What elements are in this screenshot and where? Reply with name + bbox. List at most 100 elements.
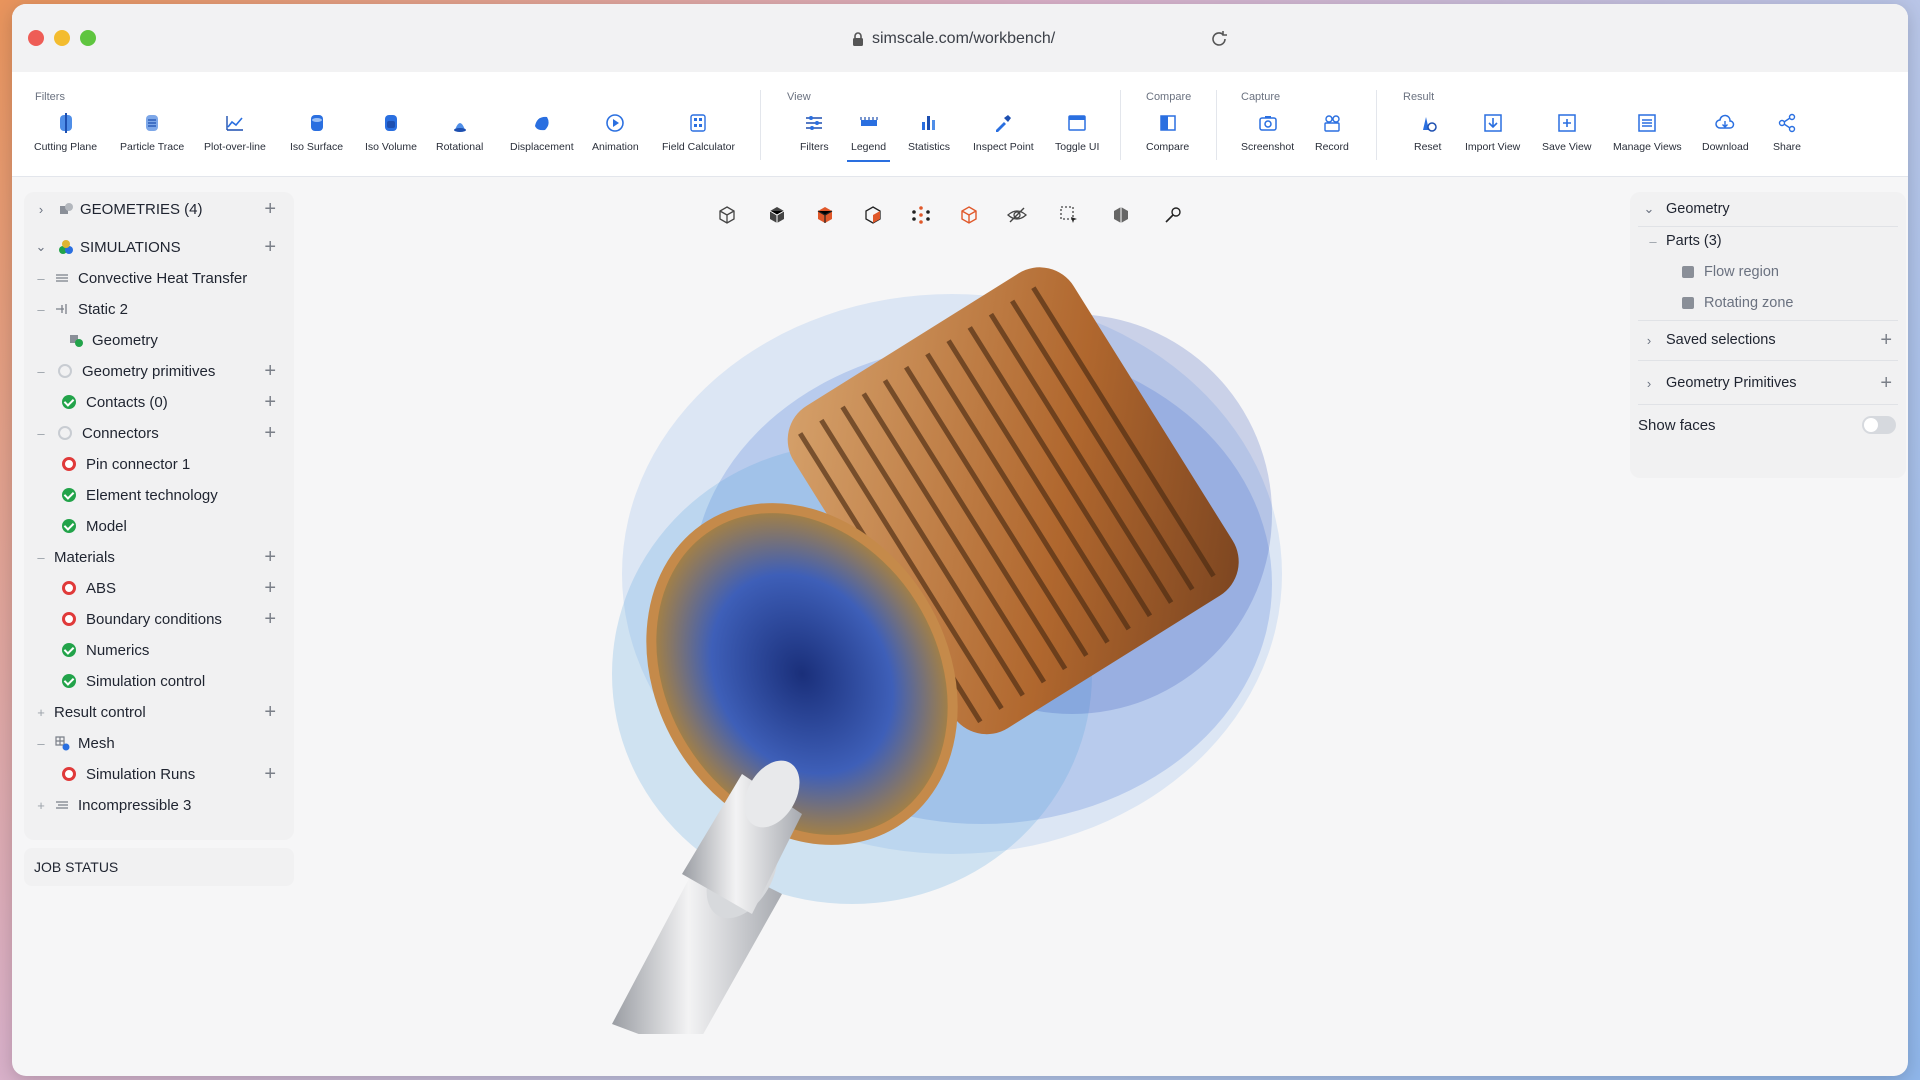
solid-view-button[interactable] [762,200,792,230]
displacement-label: Displacement [510,141,574,153]
status-ok-icon [62,488,76,502]
save-view-tool[interactable]: Save View [1542,110,1591,153]
tree-item[interactable]: Simulation Runs + [24,759,294,789]
tree-item-label: Geometry primitives [82,362,216,380]
statistics-icon [922,116,935,130]
field-calculator-tool[interactable]: Field Calculator [662,110,735,153]
add-boundary-condition-button[interactable]: + [264,608,276,631]
part-item-flow-region[interactable]: Flow region [1630,257,1906,287]
divider [1638,320,1898,321]
tree-simulations-header[interactable]: ⌄ SIMULATIONS + [24,232,294,262]
part-item-rotating-zone[interactable]: Rotating zone [1630,288,1906,318]
show-faces-toggle[interactable] [1862,416,1896,434]
box-select-button[interactable] [1054,200,1084,230]
simulation-3d-viewport[interactable] [552,254,1352,1034]
tree-item[interactable]: Numerics [24,635,294,665]
manage-views-tool[interactable]: Manage Views [1613,110,1682,153]
particle-trace-label: Particle Trace [120,141,185,153]
measure-tool-button[interactable] [1158,200,1188,230]
add-geometry-primitive-button[interactable]: + [264,360,276,383]
legend-tool[interactable]: Legend [846,110,891,162]
filters-tool[interactable]: Filters [800,110,829,153]
tree-item[interactable]: – Mesh [24,728,294,758]
tree-item[interactable]: Pin connector 1 [24,449,294,479]
add-simulation-button[interactable]: + [264,236,276,259]
add-geometry-primitive-button[interactable]: + [1880,372,1892,395]
plot-over-line-tool[interactable]: Plot-over-line [204,110,266,153]
geometries-icon [60,203,73,214]
statistics-tool[interactable]: Statistics [908,110,950,153]
select-volume-button[interactable] [810,200,840,230]
rotational-icon [453,123,466,132]
displacement-tool[interactable]: Displacement [510,110,574,153]
tree-item-label: Contacts (0) [86,393,168,411]
geometry-primitives-row[interactable]: › Geometry Primitives + [1630,368,1906,398]
status-ok-icon [62,674,76,688]
animation-tool[interactable]: Animation [592,110,639,153]
tree-item[interactable]: – Convective Heat Transfer [24,263,294,293]
iso-surface-tool[interactable]: Iso Surface [290,110,343,153]
minimize-window-button[interactable] [54,30,70,46]
iso-volume-tool[interactable]: Iso Volume [365,110,417,153]
saved-selections-row[interactable]: › Saved selections + [1630,325,1906,355]
iso-surface-icon [310,115,323,131]
import-view-tool[interactable]: Import View [1465,110,1520,153]
add-simulation-run-button[interactable]: + [264,763,276,786]
add-contact-button[interactable]: + [264,391,276,414]
share-icon [1778,113,1796,133]
status-ok-icon [62,643,76,657]
wireframe-view-button[interactable] [712,200,742,230]
add-material-button[interactable]: + [264,546,276,569]
tree-item[interactable]: – Geometry primitives + [24,356,294,386]
add-result-control-button[interactable]: + [264,701,276,724]
select-face-button[interactable] [858,200,888,230]
maximize-window-button[interactable] [80,30,96,46]
add-connector-button[interactable]: + [264,422,276,445]
toggle-ui-tool[interactable]: Toggle UI [1055,110,1099,153]
close-window-button[interactable] [28,30,44,46]
record-tool[interactable]: Record [1315,110,1349,153]
section-view-button[interactable] [1106,200,1136,230]
add-abs-button[interactable]: + [264,577,276,600]
select-edge-button[interactable] [954,200,984,230]
download-tool[interactable]: Download [1702,110,1749,153]
plot-over-line-icon [226,116,243,131]
incompressible-icon [56,801,68,809]
hide-selection-button[interactable] [1002,200,1032,230]
cutting-plane-tool[interactable]: Cutting Plane [34,110,97,153]
tree-item[interactable]: Model [24,511,294,541]
cube-edge-icon [961,206,977,224]
add-geometry-button[interactable]: + [264,198,276,221]
tree-item[interactable]: – Static 2 [24,294,294,324]
reload-icon[interactable] [1208,28,1230,50]
screenshot-tool[interactable]: Screenshot [1241,110,1294,153]
add-saved-selection-button[interactable]: + [1880,329,1892,352]
particle-trace-tool[interactable]: Particle Trace [120,110,184,153]
parts-row[interactable]: – Parts (3) [1630,226,1906,256]
tree-item[interactable]: Element technology [24,480,294,510]
tree-item[interactable]: Simulation control [24,666,294,696]
cube-face-icon [865,206,881,224]
rotational-tool[interactable]: Rotational [436,110,483,153]
collapse-icon: – [1649,233,1657,249]
job-status-panel[interactable]: JOB STATUS [24,848,294,886]
tree-item[interactable]: – Materials + [24,542,294,572]
select-vertex-button[interactable] [906,200,936,230]
tree-item[interactable]: + Incompressible 3 [24,790,294,820]
geometry-section-header[interactable]: ⌄ Geometry [1630,194,1906,224]
tree-geometries-header[interactable]: › GEOMETRIES (4) + [24,194,294,224]
toolbar-divider [1376,90,1377,160]
manage-views-icon [1638,114,1657,132]
tree-item[interactable]: Contacts (0) + [24,387,294,417]
tree-item[interactable]: Geometry [24,325,294,355]
inspect-point-tool[interactable]: Inspect Point [973,110,1034,153]
tree-item[interactable]: + Result control + [24,697,294,727]
address-bar[interactable]: simscale.com/workbench/ [852,28,1055,50]
tree-item[interactable]: – Connectors + [24,418,294,448]
tree-item[interactable]: Boundary conditions + [24,604,294,634]
reset-tool[interactable]: Reset [1414,110,1441,153]
tree-item-label: Mesh [78,734,115,752]
tree-item[interactable]: ABS + [24,573,294,603]
compare-tool[interactable]: Compare [1146,110,1189,153]
share-tool[interactable]: Share [1773,110,1801,153]
